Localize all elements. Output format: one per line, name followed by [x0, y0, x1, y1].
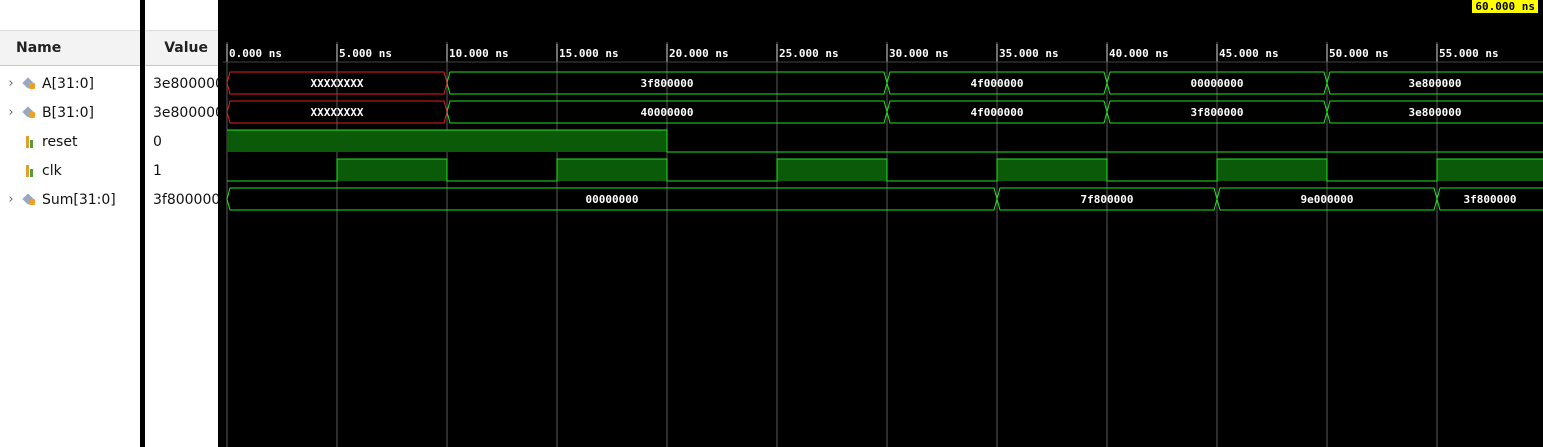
bus-value-label: 4f000000 — [971, 106, 1024, 119]
high-level-fill — [1217, 159, 1327, 181]
signal-row-sum310[interactable]: › Sum[31:0] — [0, 185, 140, 214]
bus-value-label: XXXXXXXX — [311, 77, 364, 90]
tick-label: 35.000 ns — [999, 47, 1059, 60]
bus-value-label: 4f000000 — [971, 77, 1024, 90]
tick-label: 30.000 ns — [889, 47, 949, 60]
bus-icon — [22, 193, 38, 207]
tick-label: 10.000 ns — [449, 47, 509, 60]
name-column-header[interactable]: Name — [0, 30, 140, 66]
high-level-fill — [337, 159, 447, 181]
bus-value-label: 3f800000 — [1191, 106, 1244, 119]
signal-row-clk[interactable]: clk — [0, 156, 140, 185]
high-level-fill — [1437, 159, 1543, 181]
tick-label: 0.000 ns — [229, 47, 282, 60]
bit-icon — [22, 164, 38, 178]
signal-row-reset[interactable]: reset — [0, 127, 140, 156]
high-level-fill — [557, 159, 667, 181]
tick-label: 20.000 ns — [669, 47, 729, 60]
signal-row-a310[interactable]: › A[31:0] — [0, 69, 140, 98]
signal-name: Sum[31:0] — [42, 191, 116, 208]
expand-chevron-icon[interactable]: › — [0, 105, 22, 120]
tick-label: 5.000 ns — [339, 47, 392, 60]
value-column: Value 3e800000 3e800000 0 1 3f800000 — [145, 0, 218, 447]
bus-value-label: 3e800000 — [1409, 106, 1462, 119]
signal-name: clk — [42, 162, 62, 179]
bit-icon — [22, 135, 38, 149]
signal-name: B[31:0] — [42, 104, 94, 121]
tick-label: 40.000 ns — [1109, 47, 1169, 60]
signal-row-b310[interactable]: › B[31:0] — [0, 98, 140, 127]
bus-value-label: 3f800000 — [641, 77, 694, 90]
tick-label: 45.000 ns — [1219, 47, 1279, 60]
high-level-fill — [227, 130, 667, 152]
bus-value-label: 40000000 — [641, 106, 694, 119]
bus-value-label: 9e000000 — [1301, 193, 1354, 206]
high-level-fill — [777, 159, 887, 181]
bus-icon — [22, 77, 38, 91]
signal-name: A[31:0] — [42, 75, 94, 92]
expand-chevron-icon[interactable]: › — [0, 76, 22, 91]
bus-value-label: 7f800000 — [1081, 193, 1134, 206]
signal-value: 0 — [153, 133, 162, 150]
tick-label: 15.000 ns — [559, 47, 619, 60]
name-column: Name › A[31:0] › B[31:0] reset clk › Sum[31:0] — [0, 0, 140, 447]
signal-value: 1 — [153, 162, 162, 179]
bus-value-label: 3e800000 — [1409, 77, 1462, 90]
expand-chevron-icon[interactable]: › — [0, 192, 22, 207]
waveform-area[interactable]: 0.000 ns 5.000 ns 10.000 ns 15.000 ns 20.000… — [223, 0, 1543, 447]
signal-value: 3f800000 — [153, 191, 218, 208]
signal-value: 3e800000 — [153, 75, 218, 92]
bus-value-label: 00000000 — [586, 193, 639, 206]
bus-value-label: XXXXXXXX — [311, 106, 364, 119]
bus-value-label: 3f800000 — [1464, 193, 1517, 206]
tick-label: 50.000 ns — [1329, 47, 1389, 60]
tick-label: 55.000 ns — [1439, 47, 1499, 60]
value-column-header[interactable]: Value — [145, 30, 218, 66]
bus-value-label: 00000000 — [1191, 77, 1244, 90]
tick-label: 25.000 ns — [779, 47, 839, 60]
high-level-fill — [997, 159, 1107, 181]
signal-name: reset — [42, 133, 78, 150]
signal-value: 3e800000 — [153, 104, 218, 121]
bus-icon — [22, 106, 38, 120]
